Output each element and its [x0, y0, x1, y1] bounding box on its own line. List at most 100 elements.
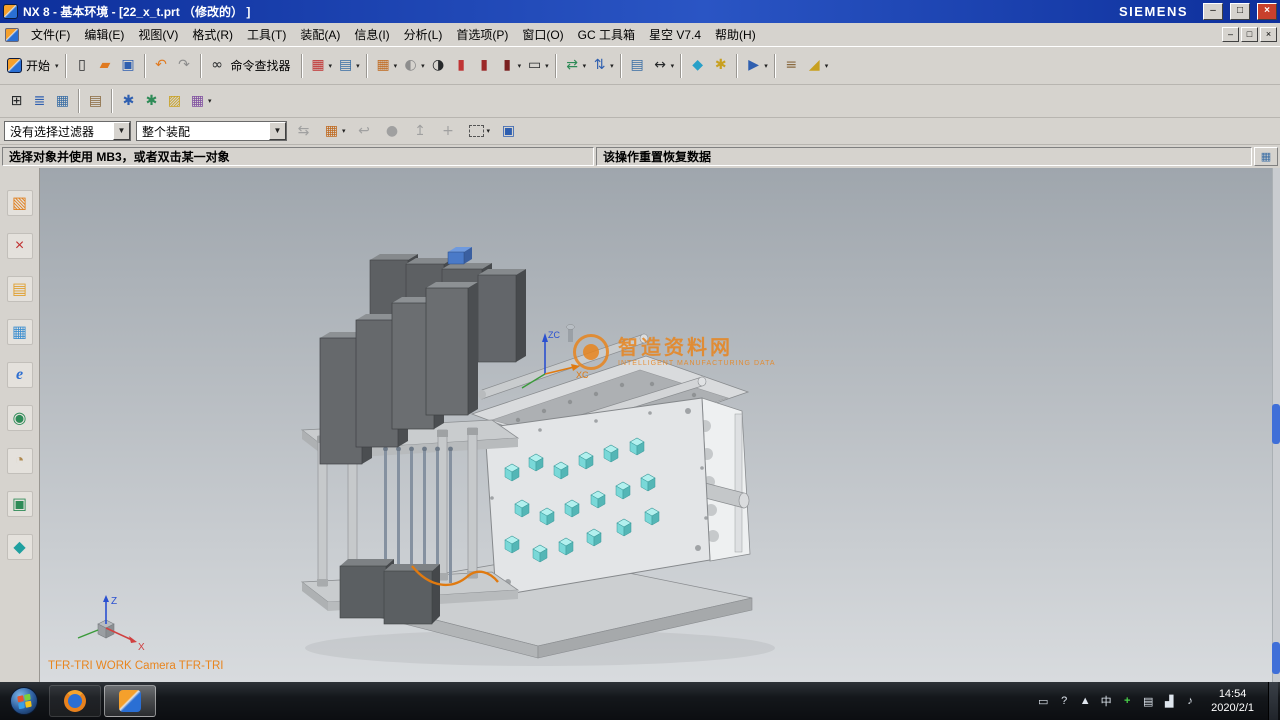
dropdown-arrow-icon[interactable]: ▼ [113, 122, 130, 140]
render-style-button[interactable]: ◐▾ [399, 54, 427, 77]
constraint-navigator-icon[interactable]: × [7, 233, 33, 259]
animation-button[interactable]: ▶▾ [742, 54, 770, 77]
draft-slope-icon: ◢ [805, 56, 824, 75]
scrollbar-thumb[interactable] [1272, 404, 1280, 444]
close-button[interactable]: × [1257, 3, 1277, 20]
sphere-select-button[interactable]: ● [381, 120, 404, 143]
start-button[interactable]: 开始 ▾ [5, 55, 61, 76]
web-browser-icon[interactable]: ◉ [7, 405, 33, 431]
menu-view[interactable]: 视图(V) [131, 23, 185, 46]
wcs-zc-label: ZC [548, 330, 560, 340]
menu-information[interactable]: 信息(I) [347, 23, 396, 46]
draft-slope-button[interactable]: ◢▾ [803, 54, 831, 77]
move-object-button[interactable]: ⇄▾ [561, 54, 589, 77]
viewport-scrollbar[interactable] [1272, 168, 1280, 682]
window-layout-button[interactable]: ⊞ [5, 90, 28, 113]
menu-starspace[interactable]: 星空 V7.4 [642, 23, 708, 46]
start-menu-button[interactable] [2, 682, 46, 720]
chevron-down-icon: ▾ [545, 62, 549, 70]
command-finder-button[interactable]: ∞ 命令查找器 [206, 54, 297, 77]
edit-object-display-button[interactable]: ◆ [686, 54, 709, 77]
ruler-icon: ≡ [782, 56, 801, 75]
maximize-button[interactable]: □ [1230, 3, 1250, 20]
face-analysis-button[interactable]: ▮ [450, 54, 473, 77]
save-button[interactable]: ▣ [117, 54, 140, 77]
menu-analysis[interactable]: 分析(L) [397, 23, 450, 46]
crosshair-button[interactable]: + [437, 120, 460, 143]
spreadsheet-button[interactable]: ▤ [626, 54, 649, 77]
ruler-button[interactable]: ≡ [780, 54, 803, 77]
rect-select-button[interactable]: ▾ [465, 123, 493, 139]
part-navigator-icon[interactable]: ▤ [7, 276, 33, 302]
history-icon[interactable]: ◔ [7, 448, 33, 474]
face-analysis-2-button[interactable]: ▮ [473, 54, 496, 77]
menu-tools[interactable]: 工具(T) [240, 23, 293, 46]
back-button[interactable]: ↩ [353, 120, 376, 143]
dropdown-arrow-icon[interactable]: ▼ [269, 122, 286, 140]
volume-icon[interactable]: ♪ [1183, 695, 1197, 707]
menu-format[interactable]: 格式(R) [185, 23, 240, 46]
chevron-down-icon: ▾ [55, 62, 59, 70]
roles-book-button[interactable]: ▤ [84, 90, 107, 113]
cube-select-button[interactable]: ▣ [497, 120, 520, 143]
keyboard-icon[interactable]: ▤ [1141, 695, 1155, 708]
menu-file[interactable]: 文件(F) [24, 23, 77, 46]
selection-scope-dropdown[interactable]: 整个装配 ▼ [136, 121, 287, 141]
separator [144, 54, 146, 78]
extract-geometry-button[interactable]: ✱ [117, 90, 140, 113]
roles-icon[interactable]: ◆ [7, 534, 33, 560]
menu-gc-toolbox[interactable]: GC 工具箱 [571, 23, 642, 46]
table-export-button[interactable]: ▦▾ [307, 54, 335, 77]
cube-select-icon: ▣ [499, 122, 518, 141]
face-analysis-3-button[interactable]: ▮▾ [496, 54, 524, 77]
child-minimize-button[interactable]: – [1222, 27, 1239, 42]
graphics-viewport[interactable]: ZC XC 智造资料网 INTELLIGENT MANUFACTURING DA… [40, 168, 1280, 682]
system-materials-icon[interactable]: ▣ [7, 491, 33, 517]
scrollbar-thumb[interactable] [1272, 642, 1280, 674]
up-level-button[interactable]: ↥ [409, 120, 432, 143]
menu-assemblies[interactable]: 装配(A) [293, 23, 347, 46]
internet-explorer-icon[interactable]: e [7, 362, 33, 388]
taskbar-nx-button[interactable] [104, 685, 156, 717]
status-grid-button[interactable]: ▦ [1254, 147, 1278, 166]
window-display-button[interactable]: ▭▾ [523, 54, 551, 77]
view-layout-button[interactable]: ▦▾ [372, 54, 400, 77]
menu-preferences[interactable]: 首选项(P) [449, 23, 515, 46]
view-style-button[interactable]: ▦▾ [186, 90, 214, 113]
network-icon[interactable]: ▟ [1162, 695, 1176, 708]
utilities-button[interactable]: ✱ [709, 54, 732, 77]
wave-link-button[interactable]: ✱ [140, 90, 163, 113]
selection-filter-dropdown[interactable]: 没有选择过滤器 ▼ [4, 121, 131, 141]
assembly-navigator-icon[interactable]: ▧ [7, 190, 33, 216]
menu-edit[interactable]: 编辑(E) [77, 23, 131, 46]
separator [620, 54, 622, 78]
layer-settings-button[interactable]: ≣ [28, 90, 51, 113]
assembly-constraints-button[interactable]: ⇅▾ [588, 54, 616, 77]
minimize-button[interactable]: – [1203, 3, 1223, 20]
new-file-button[interactable]: ▯ [71, 54, 94, 77]
snap-toggle-button[interactable]: ⇆ [292, 120, 315, 143]
undo-button[interactable]: ↶ [150, 54, 173, 77]
ime-icon[interactable]: 中 [1099, 693, 1113, 709]
display-info-button[interactable]: ▤▾ [334, 54, 362, 77]
menu-help[interactable]: 帮助(H) [708, 23, 763, 46]
measure-button[interactable]: ↔▾ [649, 54, 677, 77]
hidden-icons-icon[interactable]: ▲ [1078, 695, 1092, 707]
menu-window[interactable]: 窗口(O) [515, 23, 570, 46]
child-close-button[interactable]: × [1260, 27, 1277, 42]
taskbar-firefox-button[interactable] [49, 685, 101, 717]
taskbar-clock[interactable]: 14:54 2020/2/1 [1211, 687, 1254, 716]
selection-grid-button[interactable]: ▦▾ [320, 120, 348, 143]
open-button[interactable]: ▰ [94, 54, 117, 77]
help-tray-icon[interactable]: ? [1057, 695, 1071, 707]
redo-button[interactable]: ↷ [173, 54, 196, 77]
part-family-button[interactable]: ▨ [163, 90, 186, 113]
antivirus-icon[interactable]: + [1120, 695, 1134, 707]
appearance-sphere-button[interactable]: ◑ [427, 54, 450, 77]
show-desktop-button[interactable] [1268, 682, 1278, 720]
display-tray-icon[interactable]: ▭ [1036, 695, 1050, 708]
child-restore-button[interactable]: □ [1241, 27, 1258, 42]
separator [736, 54, 738, 78]
display-table-button[interactable]: ▦ [51, 90, 74, 113]
reuse-library-icon[interactable]: ▦ [7, 319, 33, 345]
